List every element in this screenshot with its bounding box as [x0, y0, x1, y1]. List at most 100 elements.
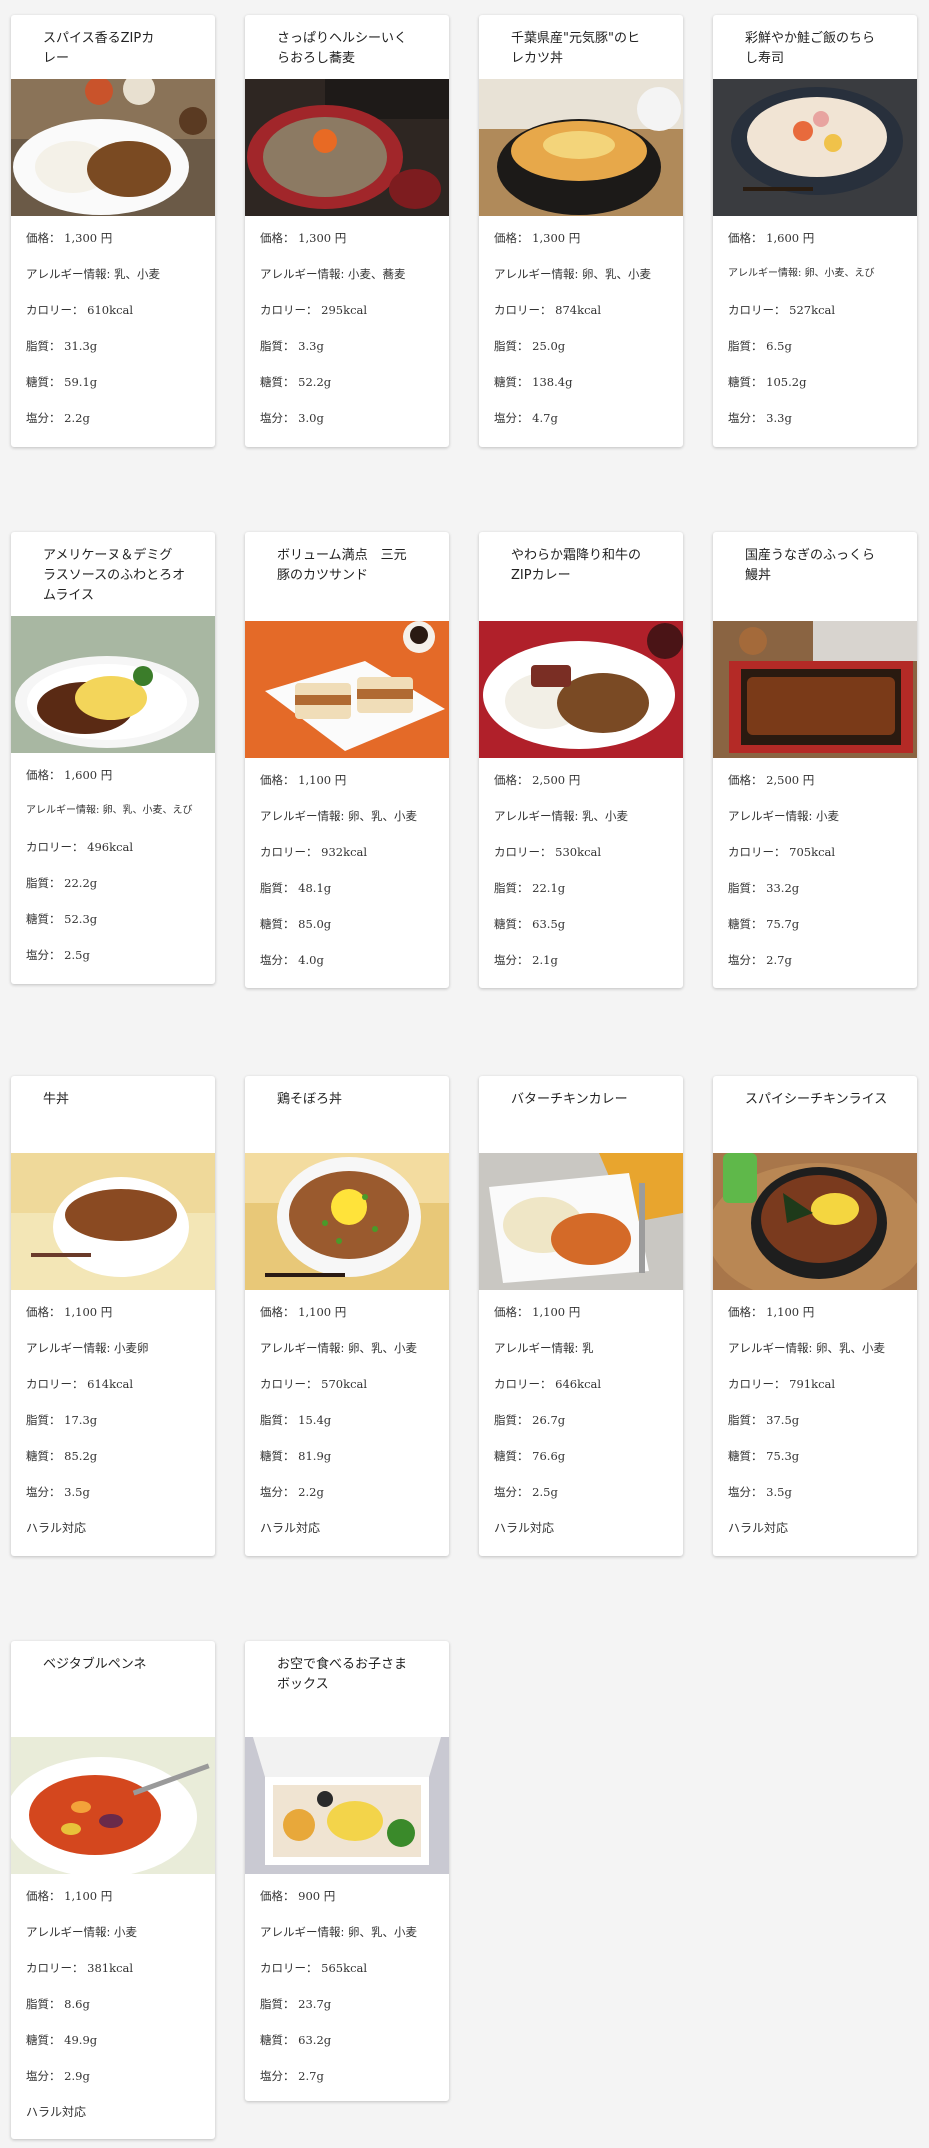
menu-card[interactable]: 彩鮮やか鮭ご飯のちら し寿司 価格： 1,600 円 アレルギー情報: 卵、小麦…: [713, 15, 917, 447]
soba-image: [245, 79, 449, 216]
menu-card[interactable]: お空で食べるお子さま ボックス 価格： 900 円 アレルギー情報: 卵、乳、小…: [245, 1641, 449, 2101]
calorie-value: 527kcal: [789, 303, 836, 317]
allergy-value: 小麦: [816, 809, 840, 823]
sugar-value: 75.7g: [766, 917, 800, 931]
menu-grid: スパイス香るZIPカ レー 価格： 1,300 円 アレルギー情報: 乳、小麦 …: [0, 0, 929, 2148]
katsudon-image: [479, 79, 683, 216]
fat-value: 8.6g: [64, 1997, 90, 2011]
sugar-value: 59.1g: [64, 375, 98, 389]
fat-value: 25.0g: [532, 339, 566, 353]
allergy-value: 卵、乳、小麦: [816, 1341, 886, 1355]
menu-card[interactable]: ベジタブルペンネ 価格： 1,100 円 アレルギー情報: 小麦 カロリー： 3…: [11, 1641, 215, 2139]
fat-value: 17.3g: [64, 1413, 98, 1427]
price-value: 1,100 円: [532, 1305, 581, 1319]
fat-value: 15.4g: [298, 1413, 332, 1427]
sugar-value: 75.3g: [766, 1449, 800, 1463]
sugar-value: 85.0g: [298, 917, 332, 931]
salt-value: 4.7g: [532, 411, 558, 425]
allergy-value: 卵、乳、小麦: [348, 1341, 418, 1355]
menu-card-details: 価格： 1,300 円 アレルギー情報: 卵、乳、小麦 カロリー： 874kca…: [494, 231, 652, 425]
salt-value: 2.7g: [298, 2069, 324, 2083]
omurice-image: [11, 616, 215, 753]
menu-card[interactable]: やわらか霜降り和牛の ZIPカレー 価格： 2,500 円 アレルギー情報: 乳…: [479, 532, 683, 988]
menu-card-details: 価格： 1,100 円 アレルギー情報: 小麦 カロリー： 381kcal 脂質…: [11, 1874, 215, 2130]
sugar-value: 49.9g: [64, 2033, 98, 2047]
menu-card[interactable]: バターチキンカレー 価格： 1,100 円 アレルギー情報: 乳 カロリー： 6…: [479, 1076, 683, 1556]
sugar-value: 52.3g: [64, 912, 98, 926]
menu-card-details: 価格： 1,100 円 アレルギー情報: 小麦卵 カロリー： 614kcal 脂…: [11, 1290, 215, 1546]
halal-badge: ハラル対応: [494, 1521, 555, 1535]
salt-value: 2.2g: [64, 411, 90, 425]
allergy-value: 乳、小麦: [582, 809, 629, 823]
allergy-value: 卵、乳、小麦: [348, 1925, 418, 1939]
price-value: 1,300 円: [532, 231, 581, 245]
salt-value: 2.5g: [532, 1485, 558, 1499]
halal-badge: ハラル対応: [728, 1521, 789, 1535]
calorie-value: 570kcal: [321, 1377, 368, 1391]
menu-card-details: 価格： 1,300 円 アレルギー情報: 小麦、蕎麦 カロリー： 295kcal…: [260, 231, 406, 425]
salt-value: 3.3g: [766, 411, 792, 425]
halal-badge: ハラル対応: [260, 1521, 321, 1535]
menu-card-title: 千葉県産"元気豚"のヒ レカツ丼: [511, 31, 640, 66]
price-value: 900 円: [298, 1889, 336, 1903]
menu-card[interactable]: スパイス香るZIPカ レー 価格： 1,300 円 アレルギー情報: 乳、小麦 …: [11, 15, 215, 447]
allergy-value: 乳、小麦: [114, 267, 161, 281]
menu-card-details: 価格： 2,500 円 アレルギー情報: 小麦 カロリー： 705kcal 脂質…: [728, 773, 840, 967]
menu-card-title: 牛丼: [43, 1092, 70, 1107]
price-value: 1,600 円: [64, 768, 113, 782]
menu-card-details: 価格： 1,100 円 アレルギー情報: 卵、乳、小麦 カロリー： 570kca…: [245, 1290, 449, 1546]
menu-card[interactable]: 千葉県産"元気豚"のヒ レカツ丼 価格： 1,300 円 アレルギー情報: 卵、…: [479, 15, 683, 447]
fat-value: 48.1g: [298, 881, 332, 895]
menu-card-details: 価格： 1,100 円 アレルギー情報: 乳 カロリー： 646kcal 脂質：…: [479, 1290, 683, 1546]
calorie-value: 610kcal: [87, 303, 134, 317]
kids-box-image: [245, 1737, 449, 1874]
menu-card[interactable]: さっぱりヘルシーいく らおろし蕎麦 価格： 1,300 円 アレルギー情報: 小…: [245, 15, 449, 447]
price-value: 1,100 円: [64, 1889, 113, 1903]
fat-value: 22.2g: [64, 876, 98, 890]
menu-card-details: 価格： 1,600 円 アレルギー情報: 卵、乳、小麦、えび カロリー： 496…: [26, 768, 193, 962]
calorie-value: 932kcal: [321, 845, 368, 859]
fat-value: 3.3g: [298, 339, 324, 353]
spicy-chicken-rice-image: [713, 1153, 917, 1290]
price-value: 1,100 円: [64, 1305, 113, 1319]
price-value: 1,300 円: [64, 231, 113, 245]
price-value: 1,600 円: [766, 231, 815, 245]
butter-chicken-image: [479, 1153, 683, 1290]
menu-card-title: バターチキンカレー: [511, 1092, 628, 1107]
menu-card[interactable]: 牛丼 価格： 1,100 円 アレルギー情報: 小麦卵 カロリー： 614kca…: [11, 1076, 215, 1556]
sugar-value: 105.2g: [766, 375, 807, 389]
price-value: 2,500 円: [532, 773, 581, 787]
halal-badge: ハラル対応: [26, 1521, 87, 1535]
calorie-value: 565kcal: [321, 1961, 368, 1975]
menu-card[interactable]: 鶏そぼろ丼 価格： 1,100 円 アレルギー情報: 卵、乳、小麦 カロリー： …: [245, 1076, 449, 1556]
price-value: 1,300 円: [298, 231, 347, 245]
allergy-value: 小麦、蕎麦: [348, 267, 406, 281]
menu-card-title: さっぱりヘルシーいく らおろし蕎麦: [277, 31, 408, 66]
menu-card[interactable]: アメリケーヌ＆デミグ ラスソースのふわとろオ ムライス 価格： 1,600 円 …: [11, 532, 215, 984]
soboro-don-image: [245, 1153, 449, 1290]
salt-value: 2.9g: [64, 2069, 90, 2083]
unadon-image: [713, 621, 917, 758]
menu-card-title: ボリューム満点 三元 豚のカツサンド: [277, 548, 407, 583]
price-value: 1,100 円: [298, 1305, 347, 1319]
menu-card[interactable]: 国産うなぎのふっくら 鰻丼 価格： 2,500 円 アレルギー情報: 小麦 カロ…: [713, 532, 917, 988]
menu-card[interactable]: スパイシーチキンライス 価格： 1,100 円 アレルギー情報: 卵、乳、小麦 …: [713, 1076, 917, 1556]
allergy-value: 小麦: [114, 1925, 138, 1939]
gyudon-image: [11, 1153, 215, 1290]
fat-value: 33.2g: [766, 881, 800, 895]
menu-card-title: スパイシーチキンライス: [745, 1092, 888, 1107]
calorie-value: 705kcal: [789, 845, 836, 859]
menu-card-details: 価格： 1,300 円 アレルギー情報: 乳、小麦 カロリー： 610kcal …: [26, 231, 161, 425]
sugar-value: 52.2g: [298, 375, 332, 389]
price-value: 1,100 円: [766, 1305, 815, 1319]
fat-value: 37.5g: [766, 1413, 800, 1427]
calorie-value: 614kcal: [87, 1377, 134, 1391]
salt-value: 3.5g: [766, 1485, 792, 1499]
allergy-value: 乳: [582, 1341, 594, 1355]
menu-card-title: 彩鮮やか鮭ご飯のちら し寿司: [745, 31, 876, 66]
penne-image: [11, 1737, 215, 1874]
menu-card[interactable]: ボリューム満点 三元 豚のカツサンド 価格： 1,100 円 アレルギー情報: …: [245, 532, 449, 988]
fat-value: 31.3g: [64, 339, 98, 353]
sugar-value: 85.2g: [64, 1449, 98, 1463]
menu-card-title: 鶏そぼろ丼: [277, 1092, 343, 1107]
